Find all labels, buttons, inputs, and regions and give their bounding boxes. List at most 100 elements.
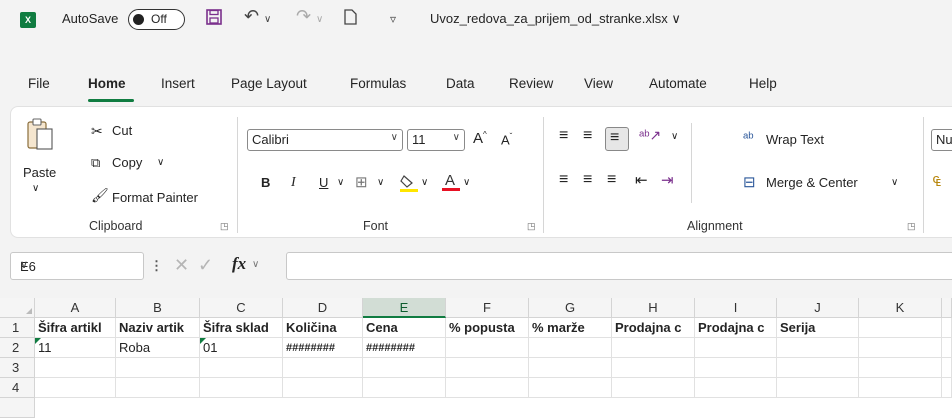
cell-A2[interactable]: 11 — [35, 338, 116, 358]
name-box[interactable]: E6 ∨ — [10, 252, 144, 280]
cell[interactable] — [200, 378, 283, 398]
new-file-icon[interactable] — [344, 9, 357, 30]
file-name[interactable]: Uvoz_redova_za_prijem_od_stranke.xlsx ∨ — [430, 11, 681, 27]
cell[interactable] — [942, 378, 952, 398]
cell-D1[interactable]: Količina — [283, 318, 363, 338]
cell-F1[interactable]: % popusta — [446, 318, 529, 338]
cancel-icon[interactable]: ✕ — [174, 255, 189, 276]
tab-file[interactable]: File — [28, 76, 50, 91]
cell[interactable] — [612, 378, 695, 398]
cell[interactable] — [116, 358, 200, 378]
decrease-font-icon[interactable]: Aˇ — [501, 132, 512, 147]
excel-icon[interactable]: X — [20, 12, 36, 28]
cell-A1[interactable]: Šifra artikl — [35, 318, 116, 338]
cell[interactable] — [777, 358, 859, 378]
align-center-icon[interactable]: ≡ — [583, 171, 592, 189]
alignment-launcher-icon[interactable]: ◳ — [907, 221, 916, 232]
cell-F2[interactable] — [446, 338, 529, 358]
fill-color-icon[interactable] — [399, 173, 419, 196]
merge-center-icon[interactable]: ⊟ — [743, 173, 756, 191]
cell[interactable] — [116, 378, 200, 398]
cut-button[interactable]: Cut — [112, 123, 132, 138]
fill-color-dropdown-icon[interactable]: ∨ — [421, 177, 428, 188]
column-header[interactable]: A — [35, 298, 116, 318]
cell[interactable] — [859, 378, 942, 398]
cut-icon[interactable]: ✂ — [91, 123, 103, 140]
formula-input[interactable] — [286, 252, 952, 280]
wrap-text-button[interactable]: Wrap Text — [766, 132, 824, 147]
align-left-icon[interactable]: ≡ — [559, 171, 568, 189]
paste-button[interactable]: Paste — [23, 165, 56, 180]
align-middle-icon[interactable]: ≡ — [583, 127, 592, 145]
font-size-select[interactable]: 11 ∨ — [407, 129, 465, 151]
autosave-toggle[interactable]: Off — [128, 9, 185, 30]
row-header[interactable]: 1 — [0, 318, 35, 338]
cell-B1[interactable]: Naziv artik — [116, 318, 200, 338]
cell[interactable] — [612, 358, 695, 378]
cell-I2[interactable] — [695, 338, 777, 358]
column-header[interactable]: D — [283, 298, 363, 318]
clipboard-launcher-icon[interactable]: ◳ — [220, 221, 229, 232]
customize-toolbar-icon[interactable]: ▿ — [390, 12, 396, 26]
wrap-text-icon[interactable]: ᵃᵇ — [743, 129, 754, 145]
cell[interactable] — [200, 358, 283, 378]
cell[interactable] — [363, 378, 446, 398]
column-header[interactable]: B — [116, 298, 200, 318]
borders-dropdown-icon[interactable]: ∨ — [377, 177, 384, 188]
number-format-select[interactable]: Nu — [931, 129, 952, 151]
row-header[interactable]: 2 — [0, 338, 35, 358]
tab-data[interactable]: Data — [446, 76, 475, 91]
format-painter-button[interactable]: Format Painter — [112, 190, 198, 205]
undo-icon[interactable]: ↶ — [244, 6, 259, 27]
cell-C1[interactable]: Šifra sklad — [200, 318, 283, 338]
cell-K2[interactable] — [859, 338, 942, 358]
align-top-icon[interactable]: ≡ — [559, 127, 568, 145]
increase-font-icon[interactable]: A^ — [473, 130, 487, 147]
tab-view[interactable]: View — [584, 76, 613, 91]
orientation-dropdown-icon[interactable]: ∨ — [671, 131, 678, 142]
font-name-select[interactable]: Calibri ∨ — [247, 129, 403, 151]
cell-D2[interactable]: ######## — [283, 338, 363, 358]
row-header[interactable]: 3 — [0, 358, 35, 378]
cell[interactable] — [859, 358, 942, 378]
copy-dropdown-icon[interactable]: ∨ — [157, 157, 164, 168]
column-header[interactable]: C — [200, 298, 283, 318]
copy-icon[interactable]: ⧉ — [91, 155, 100, 171]
tab-help[interactable]: Help — [749, 76, 777, 91]
undo-dropdown-icon[interactable]: ∨ — [264, 14, 271, 25]
cell-H2[interactable] — [612, 338, 695, 358]
decrease-indent-icon[interactable]: ⇤ — [635, 171, 648, 189]
font-launcher-icon[interactable]: ◳ — [527, 221, 536, 232]
redo-dropdown-icon[interactable]: ∨ — [316, 14, 323, 25]
merge-center-button[interactable]: Merge & Center — [766, 175, 858, 190]
row-header[interactable]: 4 — [0, 378, 35, 398]
column-header[interactable] — [942, 298, 952, 318]
cell[interactable] — [695, 358, 777, 378]
cell-B2[interactable]: Roba — [116, 338, 200, 358]
column-header[interactable]: H — [612, 298, 695, 318]
column-header[interactable]: K — [859, 298, 942, 318]
align-bottom-button[interactable]: ≡ — [605, 127, 629, 151]
cell[interactable] — [363, 358, 446, 378]
paste-icon[interactable] — [25, 117, 55, 156]
enter-icon[interactable]: ✓ — [198, 255, 213, 276]
orientation-icon[interactable]: ᵃᵇ↗ — [639, 127, 661, 144]
underline-button[interactable]: U — [319, 175, 328, 190]
copy-button[interactable]: Copy — [112, 155, 142, 170]
column-header[interactable]: J — [777, 298, 859, 318]
cell-J2[interactable] — [777, 338, 859, 358]
cell-E1[interactable]: Cena — [363, 318, 446, 338]
tab-formulas[interactable]: Formulas — [350, 76, 406, 91]
column-header[interactable]: F — [446, 298, 529, 318]
tab-home[interactable]: Home — [88, 76, 126, 91]
cell-G2[interactable] — [529, 338, 612, 358]
cell-C2[interactable]: 01 — [200, 338, 283, 358]
bold-button[interactable]: B — [261, 175, 270, 190]
font-color-icon[interactable]: A — [441, 171, 461, 196]
column-header-selected[interactable]: E — [363, 298, 446, 318]
cell-I1[interactable]: Prodajna c — [695, 318, 777, 338]
cell[interactable] — [35, 378, 116, 398]
cell[interactable] — [942, 358, 952, 378]
font-color-dropdown-icon[interactable]: ∨ — [463, 177, 470, 188]
tab-insert[interactable]: Insert — [161, 76, 195, 91]
